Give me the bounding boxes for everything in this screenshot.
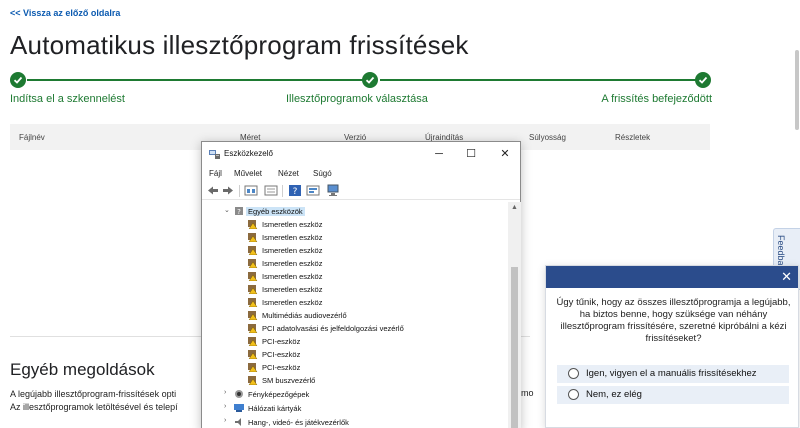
show-hidden-icon[interactable]: [306, 184, 320, 197]
close-button[interactable]: ✕: [494, 146, 516, 162]
device-tree-scrollbar[interactable]: ▲: [508, 202, 521, 428]
step-1-check-icon: [10, 72, 26, 88]
option-label: Nem, ez elég: [586, 389, 642, 400]
page-title: Automatikus illesztőprogram frissítések: [10, 30, 469, 60]
back-arrow-icon[interactable]: [206, 184, 220, 197]
tree-node-label: PCI-eszköz: [262, 337, 301, 346]
device-manager-titlebar[interactable]: Eszközkezelő ─ ☐ ✕: [202, 142, 520, 166]
column-header-filename: Fájlnév: [19, 133, 45, 142]
device-manager-menubar: Fájl Művelet Nézet Súgó: [202, 166, 520, 181]
column-header-details: Részletek: [615, 133, 651, 142]
tree-node-label: Ismeretlen eszköz: [262, 298, 323, 307]
driver-update-popup: ✕ Úgy tűnik, hogy az összes illesztőprog…: [545, 265, 799, 428]
properties-view-icon[interactable]: [244, 184, 258, 197]
expand-chevron-icon[interactable]: ›: [224, 403, 226, 410]
option-yes-manual-updates[interactable]: Igen, vigyen el a manuális frissítésekhe…: [557, 365, 789, 383]
toolbar-separator: [239, 185, 240, 197]
warning-device-icon: [248, 233, 258, 242]
warning-device-icon: [248, 259, 258, 268]
option-no-enough[interactable]: Nem, ez elég: [557, 386, 789, 404]
device-manager-window[interactable]: Eszközkezelő ─ ☐ ✕ Fájl Művelet Nézet Sú…: [201, 141, 521, 428]
tree-node-label: Ismeretlen eszköz: [262, 233, 323, 242]
tree-node-label: Multimédiás audiovezérlő: [262, 311, 347, 320]
tree-node-label: Ismeretlen eszköz: [262, 285, 323, 294]
popup-message: Úgy tűnik, hogy az összes illesztőprogra…: [556, 297, 791, 344]
tree-node-label: Hang-, videó- és játékvezérlők: [248, 418, 349, 427]
network-adapter-icon: [234, 404, 244, 412]
progress-stepper: Indítsa el a szkennelést Illesztőprogram…: [10, 70, 712, 110]
popup-close-icon[interactable]: ✕: [781, 269, 792, 285]
help-icon[interactable]: ?: [288, 184, 302, 197]
warning-device-icon: [248, 324, 258, 333]
device-tree-scrollbar-thumb[interactable]: [511, 267, 518, 428]
camera-icon: [235, 390, 243, 398]
column-header-severity: Súlyosság: [529, 133, 566, 142]
tree-node-label: PCI-eszköz: [262, 350, 301, 359]
page-scrollbar-thumb[interactable]: [795, 50, 799, 130]
step-3-label: A frissítés befejeződött: [601, 93, 712, 105]
popup-header: ✕: [546, 266, 798, 288]
tree-node-label: PCI adatolvasási és jelfeldolgozási vezé…: [262, 324, 404, 333]
radio-button[interactable]: [568, 389, 579, 400]
warning-device-icon: [248, 350, 258, 359]
tree-node-label: Ismeretlen eszköz: [262, 272, 323, 281]
device-manager-title: Eszközkezelő: [224, 149, 273, 158]
warning-device-icon: [248, 311, 258, 320]
option-label: Igen, vigyen el a manuális frissítésekhe…: [586, 368, 757, 379]
tree-node-label: Egyéb eszközök: [246, 207, 305, 216]
maximize-button[interactable]: ☐: [460, 146, 482, 162]
sound-icon: [235, 418, 241, 426]
tree-node-label: Fényképezőgépek: [248, 390, 310, 399]
unknown-category-icon: ?: [235, 207, 243, 216]
tree-node-label: SM buszvezérlő: [262, 376, 316, 385]
toolbar-separator: [282, 185, 283, 197]
warning-device-icon: [248, 363, 258, 372]
other-solutions-text-line2: Az illesztőprogramok letöltésével és tel…: [10, 402, 178, 412]
warning-device-icon: [248, 246, 258, 255]
svg-text:?: ?: [293, 187, 298, 197]
warning-device-icon: [248, 220, 258, 229]
minimize-button[interactable]: ─: [428, 146, 450, 162]
expand-chevron-icon[interactable]: ›: [224, 417, 226, 424]
device-manager-toolbar: ?: [202, 182, 520, 200]
step-3-check-icon: [695, 72, 711, 88]
step-connector: [27, 79, 364, 81]
warning-device-icon: [248, 337, 258, 346]
step-2-check-icon: [362, 72, 378, 88]
other-solutions-title: Egyéb megoldások: [10, 360, 155, 379]
warning-device-icon: [248, 376, 258, 385]
step-1-label: Indítsa el a szkennelést: [10, 93, 125, 105]
device-manager-icon: [209, 150, 220, 159]
other-solutions-text-line1: A legújabb illesztőprogram-frissítések o…: [10, 389, 177, 399]
forward-arrow-icon[interactable]: [221, 184, 235, 197]
warning-device-icon: [248, 272, 258, 281]
menu-action[interactable]: Művelet: [234, 169, 262, 178]
menu-view[interactable]: Nézet: [278, 169, 299, 178]
tree-node-label: Ismeretlen eszköz: [262, 246, 323, 255]
device-tree[interactable]: ⌄ ? Egyéb eszközök Ismeretlen eszköz Ism…: [202, 202, 507, 428]
tree-node-label: Ismeretlen eszköz: [262, 220, 323, 229]
tree-node-label: Hálózati kártyák: [248, 404, 302, 413]
radio-button[interactable]: [568, 368, 579, 379]
svg-text:?: ?: [237, 208, 241, 216]
tree-node-label: PCI-eszköz: [262, 363, 301, 372]
warning-device-icon: [248, 298, 258, 307]
menu-help[interactable]: Súgó: [313, 169, 332, 178]
console-tree-icon[interactable]: [264, 184, 278, 197]
step-2-label: Illesztőprogramok választása: [286, 93, 428, 105]
scan-hardware-icon[interactable]: [326, 184, 340, 197]
expand-chevron-icon[interactable]: ›: [224, 389, 226, 396]
scroll-up-arrow-icon[interactable]: ▲: [511, 204, 518, 211]
menu-file[interactable]: Fájl: [209, 169, 222, 178]
step-connector: [380, 79, 700, 81]
back-link[interactable]: << Vissza az előző oldalra: [10, 8, 120, 18]
warning-device-icon: [248, 285, 258, 294]
collapse-chevron-icon[interactable]: ⌄: [224, 206, 230, 214]
tree-node-label: Ismeretlen eszköz: [262, 259, 323, 268]
